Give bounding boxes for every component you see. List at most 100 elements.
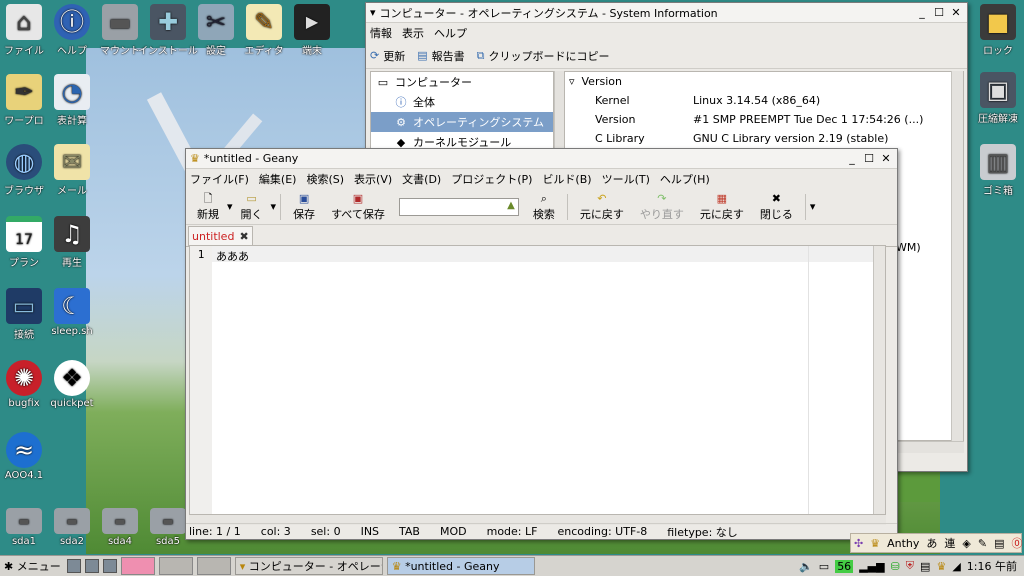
desktop-icon-label: 圧縮解凍 [978,114,1018,125]
menu-document[interactable]: 文書(D) [402,171,441,187]
sysinfo-tree-pane[interactable]: ▭ コンピューター ⓘ 全体 ⚙ オペレーティングシステム ◆ カーネルモジュー… [370,71,554,153]
tree-item-computer[interactable]: ▭ コンピューター [371,72,553,92]
clipboard-icon[interactable]: ▤ [920,560,930,573]
sysinfo-titlebar[interactable]: ▾ コンピューター - オペレーティングシステム - System Inform… [366,3,967,23]
desktop-icon-label: quickpet [50,398,94,409]
minimize-icon[interactable]: _ [845,152,859,165]
workspace-2[interactable] [158,557,193,575]
tab-untitled[interactable]: untitled ✖ [188,226,253,246]
undo-button[interactable]: ↶ 元に戻す [580,192,624,222]
task-geany[interactable]: ♛ *untitled - Geany [386,557,535,575]
search-clear-icon[interactable]: ▲ [507,200,515,211]
desktop-icon-play[interactable]: ♫ 再生 [40,216,104,269]
workspace-3[interactable] [196,557,231,575]
task-icon: ▾ [239,559,249,573]
tray-cpu-indicator[interactable]: 56 [835,559,854,573]
desktop-icon-label: 再生 [62,258,82,269]
start-menu-button[interactable]: ✱ メニュー [0,558,65,574]
ime-conversion[interactable]: 連 [944,535,955,551]
terminal-launch-icon[interactable] [102,559,117,573]
save-all-button[interactable]: ▣ すべて保存 [331,192,385,222]
copy-clipboard-button[interactable]: ⧉ クリップボードにコピー [477,48,610,64]
menu-view[interactable]: 表示(V) [354,171,392,187]
editor-area[interactable]: 1 あああ [189,245,886,515]
maximize-icon[interactable]: ☐ [932,6,946,19]
tab-close-icon[interactable]: ✖ [239,230,248,243]
shield-icon[interactable]: ⛨ [906,559,914,573]
refresh-button[interactable]: ⟳ 更新 [370,48,405,64]
desktop-icon-terminal[interactable]: ▶ 端末 [280,4,344,57]
search-button[interactable]: ⌕ 検索 [533,192,555,222]
desktop-icon-label: ゴミ箱 [983,186,1013,197]
search-input[interactable]: ▲ [398,197,519,216]
desktop-icon-label: 端末 [302,46,322,57]
menu-build[interactable]: ビルド(B) [542,171,591,187]
close-icon[interactable]: ✕ [949,6,963,19]
ime-help-icon[interactable]: ⓪ [1011,535,1022,551]
expander-icon[interactable]: ▿ [569,75,582,88]
close-icon[interactable]: ✕ [879,152,893,165]
signal-icon[interactable]: ▂▄▆ [859,560,884,573]
save-button[interactable]: ▣ 保存 [293,192,315,222]
network-tray-icon[interactable]: ◢ [952,560,960,573]
report-button[interactable]: ▤ 報告書 [417,48,464,64]
menu-info[interactable]: 情報 [370,25,392,41]
window-menu-icon[interactable]: ▾ [370,6,376,19]
section-header[interactable]: ▿ Version [565,72,963,91]
tree-item-summary[interactable]: ⓘ 全体 [371,92,553,112]
system-tray: 🔈 ▭ 56 ▂▄▆ ⛁ ⛨ ▤ ♛ ◢ 1:16 午前 [796,558,1024,574]
menu-help[interactable]: ヘルプ [434,25,467,41]
redo-button[interactable]: ↷ やり直す [640,192,684,222]
menu-project[interactable]: プロジェクト(P) [451,171,532,187]
revert-button[interactable]: ▦ 元に戻す [700,192,744,222]
maximize-icon[interactable]: ☐ [862,152,876,165]
battery-icon[interactable]: ▭ [819,560,829,573]
desktop-icon-spreadsheet[interactable]: ◔ 表計算 [40,74,104,127]
browser-launch-icon[interactable] [84,559,99,573]
desktop-icon-trash[interactable]: ▥ ゴミ箱 [966,144,1024,197]
geany-window[interactable]: ♛ *untitled - Geany _ ☐ ✕ ファイル(F) 編集(E) … [185,148,898,540]
toolbar-overflow-icon[interactable]: ▾ [810,200,816,213]
ime-config-icon[interactable]: ▤ [994,537,1004,550]
menu-help[interactable]: ヘルプ(H) [660,171,710,187]
open-dropdown-icon[interactable]: ▾ [271,200,277,213]
menu-search[interactable]: 検索(S) [306,171,344,187]
redo-label: やり直す [639,207,684,221]
desktop-icon-aoo[interactable]: ≈ AOO4.1 [0,432,56,481]
detail-scrollbar[interactable] [951,71,963,441]
ime-mode[interactable]: あ [926,535,937,551]
desktop-icon-lock[interactable]: ■ ロック [966,4,1024,57]
crown-tray-icon[interactable]: ♛ [936,560,946,573]
editor-text[interactable]: あああ [216,248,249,264]
volume-icon[interactable]: 🔈 [799,560,813,573]
tree-item-os[interactable]: ⚙ オペレーティングシステム [371,112,553,132]
menu-tools[interactable]: ツール(T) [602,171,650,187]
show-desktop-icon[interactable] [66,559,81,573]
menu-file[interactable]: ファイル(F) [190,171,249,187]
workspace-1[interactable] [120,557,155,575]
desktop-icon-sleep[interactable]: ☾ sleep.sh [40,288,104,337]
close-file-button[interactable]: ✖ 閉じる [760,192,793,222]
pen-icon: ✒ [6,74,42,110]
open-button[interactable]: ▭ 開く [241,192,263,222]
new-button[interactable]: 🗋 新規 [197,192,219,222]
geany-titlebar[interactable]: ♛ *untitled - Geany _ ☐ ✕ [186,149,897,169]
dictionary-icon[interactable]: ◈ [962,537,970,550]
task-sysinfo[interactable]: ▾ コンピューター - オペレーテ [234,557,383,575]
refresh-label: 更新 [383,49,406,63]
tree-scrollbar[interactable] [554,71,564,153]
input-method-bar[interactable]: ✣ ♛ Anthy あ 連 ◈ ✎ ▤ ⓪ [850,533,1022,553]
desktop-icon-mail[interactable]: ✉ メール [40,144,104,197]
menu-edit[interactable]: 編集(E) [259,171,297,187]
database-icon[interactable]: ⛁ [891,560,900,573]
clock[interactable]: 1:16 午前 [967,558,1017,574]
menu-view[interactable]: 表示 [402,25,424,41]
desktop-icon-quickpet[interactable]: ❖ quickpet [40,360,104,409]
desktop-icon-archiver[interactable]: ▣ 圧縮解凍 [966,72,1024,125]
ime-name[interactable]: Anthy [887,537,919,550]
new-dropdown-icon[interactable]: ▾ [227,200,233,213]
tool-icon[interactable]: ✎ [978,537,987,550]
minimize-icon[interactable]: _ [915,6,929,19]
geany-app-icon[interactable]: ♛ [190,152,200,165]
editor-scrollbar[interactable] [873,246,885,514]
